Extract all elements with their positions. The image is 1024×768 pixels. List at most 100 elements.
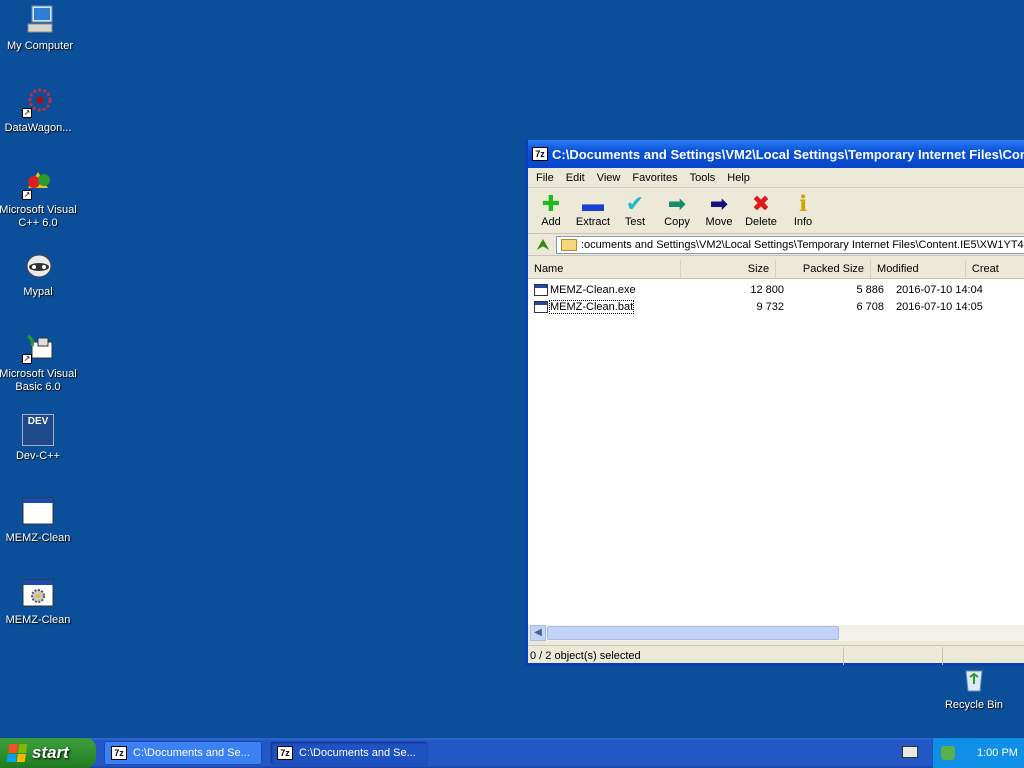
- column-packed-size[interactable]: Packed Size: [776, 260, 872, 278]
- window-title: C:\Documents and Settings\VM2\Local Sett…: [552, 146, 1024, 162]
- menu-tools[interactable]: Tools: [684, 172, 722, 184]
- desktop-icon-datawagon[interactable]: ↗ DataWagon...: [0, 86, 78, 135]
- address-bar: ⮝ :ocuments and Settings\VM2\Local Setti…: [528, 234, 1024, 256]
- test-icon: ✔: [625, 191, 645, 216]
- file-modified: 2016-07-10 14:04: [896, 283, 983, 296]
- 7zip-app-icon: 7z: [277, 746, 293, 760]
- taskbar: start 7z C:\Documents and Se... 7z C:\Do…: [0, 738, 1024, 768]
- desktop-icon-label: Mypal: [23, 286, 53, 298]
- address-path: :ocuments and Settings\VM2\Local Setting…: [581, 238, 1024, 251]
- computer-icon: [24, 4, 56, 36]
- add-icon: ✚: [541, 191, 561, 216]
- status-text: 0 / 2 object(s) selected: [528, 646, 844, 665]
- desktop-icon-label: My Computer: [6, 40, 74, 52]
- column-created[interactable]: Creat: [966, 260, 1024, 278]
- window-titlebar[interactable]: 7z C:\Documents and Settings\VM2\Local S…: [528, 140, 1024, 168]
- extract-icon: ▬: [582, 191, 604, 216]
- file-size: 9 732: [756, 300, 784, 313]
- horizontal-scrollbar[interactable]: ◀: [530, 625, 1024, 641]
- status-panel: [844, 646, 943, 665]
- windows-logo-icon: [6, 744, 28, 762]
- desktop-icon-label: MEMZ-Clean: [5, 614, 71, 626]
- folder-icon: [561, 238, 577, 251]
- keyboard-layout-icon[interactable]: [902, 746, 918, 758]
- 7zip-app-icon: 7z: [532, 147, 548, 161]
- info-button[interactable]: ℹ Info: [782, 191, 824, 229]
- visual-basic-icon: ↗: [22, 332, 54, 364]
- status-panel: [943, 647, 1024, 665]
- taskbar-button-window-1[interactable]: 7z C:\Documents and Se...: [104, 741, 262, 765]
- address-input[interactable]: :ocuments and Settings\VM2\Local Setting…: [556, 235, 1024, 254]
- taskbar-button-window-2[interactable]: 7z C:\Documents and Se...: [270, 741, 428, 765]
- 7zip-app-icon: 7z: [111, 746, 127, 760]
- info-icon: ℹ: [798, 191, 808, 216]
- file-name: MEMZ-Clean.bat: [548, 299, 635, 314]
- exe-file-icon: [534, 283, 548, 296]
- scroll-left-button[interactable]: ◀: [530, 625, 546, 641]
- desktop-icon-memz-bat[interactable]: MEMZ-Clean: [0, 578, 78, 627]
- copy-button[interactable]: ➡ Copy: [656, 191, 698, 229]
- status-bar: 0 / 2 object(s) selected: [528, 645, 1024, 665]
- shortcut-arrow-icon: ↗: [22, 354, 32, 364]
- list-header: Name Size Packed Size Modified Creat: [528, 260, 1024, 279]
- desktop-icon-recycle-bin[interactable]: Recycle Bin: [934, 663, 1014, 712]
- file-list[interactable]: Name Size Packed Size Modified Creat MEM…: [528, 260, 1024, 625]
- shortcut-arrow-icon: ↗: [22, 108, 32, 118]
- toolbar: ✚ Add ▬ Extract ✔ Test ➡ Copy ➡ Move ✖ Delete …: [528, 188, 1024, 234]
- menu-bar: File Edit View Favorites Tools Help: [528, 168, 1024, 188]
- system-tray: 1:00 PM: [932, 738, 1024, 768]
- desktop-icon-label: Microsoft Visual C++ 6.0: [0, 204, 77, 229]
- mypal-icon: [22, 250, 54, 282]
- delete-icon: ✖: [751, 191, 771, 216]
- table-row[interactable]: MEMZ-Clean.exe 12 800 5 886 2016-07-10 1…: [528, 281, 1024, 298]
- desktop-icon-visual-basic[interactable]: ↗ Microsoft Visual Basic 6.0: [0, 332, 78, 394]
- column-name[interactable]: Name: [528, 260, 682, 278]
- 7zip-window[interactable]: 7z C:\Documents and Settings\VM2\Local S…: [525, 140, 1024, 666]
- menu-edit[interactable]: Edit: [560, 172, 591, 184]
- visual-cpp-icon: ↗: [22, 168, 54, 200]
- menu-help[interactable]: Help: [721, 172, 756, 184]
- menu-file[interactable]: File: [530, 172, 560, 184]
- menu-view[interactable]: View: [591, 172, 627, 184]
- desktop-icon-memz-exe[interactable]: MEMZ-Clean: [0, 496, 78, 545]
- file-packed-size: 6 708: [856, 300, 884, 313]
- up-arrow-icon: ⮝: [537, 236, 549, 252]
- desktop-icon-visual-cpp[interactable]: ↗ Microsoft Visual C++ 6.0: [0, 168, 78, 230]
- datawagon-icon: ↗: [22, 86, 54, 118]
- file-packed-size: 5 886: [856, 283, 884, 296]
- scroll-thumb[interactable]: [547, 626, 839, 640]
- shortcut-arrow-icon: ↗: [22, 190, 32, 200]
- exe-window-icon: [22, 496, 54, 528]
- desktop-icon-mypal[interactable]: Mypal: [0, 250, 78, 299]
- file-modified: 2016-07-10 14:05: [896, 300, 983, 313]
- bat-file-icon: [22, 578, 54, 610]
- desktop-icon-my-computer[interactable]: My Computer: [0, 4, 80, 53]
- start-button[interactable]: start: [0, 738, 96, 768]
- up-folder-button[interactable]: ⮝: [530, 236, 556, 254]
- start-label: start: [32, 743, 69, 762]
- dev-cpp-icon: DEV: [22, 414, 54, 446]
- extract-button[interactable]: ▬ Extract: [572, 191, 614, 229]
- table-row[interactable]: MEMZ-Clean.bat 9 732 6 708 2016-07-10 14…: [528, 298, 1024, 315]
- desktop-icon-label: Dev-C++: [15, 450, 61, 462]
- move-icon: ➡: [709, 191, 729, 216]
- recycle-bin-icon: [958, 663, 990, 695]
- desktop-icon-label: DataWagon...: [4, 122, 72, 134]
- desktop-icon-dev-cpp[interactable]: DEV Dev-C++: [0, 414, 78, 463]
- menu-favorites[interactable]: Favorites: [626, 172, 683, 184]
- file-size: 12 800: [750, 283, 784, 296]
- add-button[interactable]: ✚ Add: [530, 191, 572, 229]
- column-modified[interactable]: Modified: [871, 260, 966, 278]
- move-button[interactable]: ➡ Move: [698, 191, 740, 229]
- desktop-icon-label: MEMZ-Clean: [5, 532, 71, 544]
- copy-icon: ➡: [667, 191, 687, 216]
- test-button[interactable]: ✔ Test: [614, 191, 656, 229]
- column-size[interactable]: Size: [681, 260, 777, 278]
- bat-file-icon: [534, 300, 548, 313]
- clock[interactable]: 1:00 PM: [977, 747, 1018, 759]
- desktop-icon-label: Microsoft Visual Basic 6.0: [0, 368, 77, 393]
- delete-button[interactable]: ✖ Delete: [740, 191, 782, 229]
- network-icon[interactable]: [941, 746, 955, 760]
- desktop-icon-label: Recycle Bin: [944, 699, 1004, 711]
- file-name: MEMZ-Clean.exe: [550, 283, 636, 296]
